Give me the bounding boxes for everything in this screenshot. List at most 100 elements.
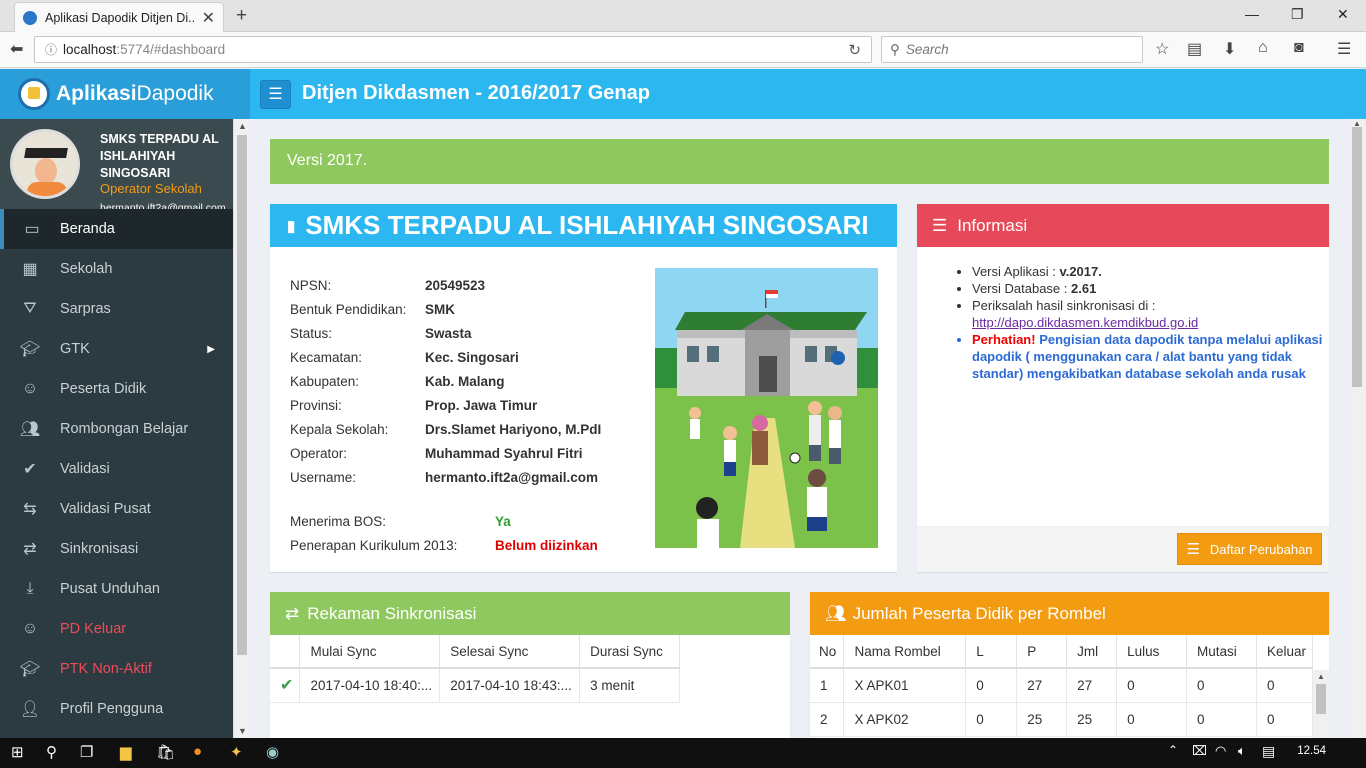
scrollbar-thumb[interactable] [1352, 127, 1362, 387]
sidebar-item-rombongan-belajar[interactable]: 👥︎ Rombongan Belajar [0, 409, 233, 449]
column-header[interactable]: Keluar [1256, 635, 1314, 669]
column-header[interactable]: Nama Rombel [843, 635, 967, 669]
wifi-icon[interactable]: ◠ [1215, 743, 1226, 759]
sidebar-item-profil-pengguna[interactable]: 👤︎ Profil Pengguna [0, 689, 233, 729]
column-header[interactable]: Jml [1066, 635, 1118, 669]
sidebar-item-sinkronisasi[interactable]: ⇄ Sinkronisasi [0, 529, 233, 569]
app-logo[interactable]: Aplikasi Dapodik [0, 69, 250, 119]
sidebar-item-beranda[interactable]: ▭ Beranda [0, 209, 233, 249]
retweet-icon: ⇆ [23, 501, 37, 518]
network-icon[interactable]: ⌧ [1192, 743, 1207, 759]
sidebar-item-ptk-non-aktif[interactable]: 🎓︎ PTK Non-Aktif [0, 649, 233, 689]
windows-taskbar: ⊞ ⚲ ❐ ▆ 🛍︎ ● ✦ ◉ ⌃ ⌧ ◠ 🔈︎ ▤ 12.54 [0, 738, 1366, 768]
column-header[interactable]: No [810, 635, 845, 669]
notification-icon[interactable]: ▤ [1262, 743, 1275, 760]
check-icon: ✔ [270, 668, 301, 703]
column-header[interactable]: Mutasi [1186, 635, 1257, 669]
daftar-perubahan-button[interactable]: ☰ Daftar Perubahan [1177, 533, 1322, 565]
sidebar-item-validasi-pusat[interactable]: ⇆ Validasi Pusat [0, 489, 233, 529]
building-icon: ▦ [22, 261, 38, 278]
smile-icon: ☺ [21, 620, 39, 637]
download-icon: ⤓ [26, 580, 34, 597]
table-cell: 0 [1256, 702, 1314, 737]
kv-value: Swasta [425, 326, 472, 341]
minimize-icon[interactable]: — [1245, 6, 1259, 22]
warning-label: Perhatian! [972, 332, 1036, 347]
user-role: Operator Sekolah [100, 181, 202, 196]
sidebar-item-pd-keluar[interactable]: ☺ PD Keluar [0, 609, 233, 649]
info-label: Periksalah hasil sinkronisasi di : [972, 298, 1156, 313]
download-icon[interactable]: ⬇ [1223, 39, 1236, 59]
search-icon: ⚲ [890, 41, 900, 57]
sidebar-item-gtk[interactable]: 🎓︎ GTK ▶ [0, 329, 233, 369]
kv-value: SMK [425, 302, 455, 317]
bookmark-star-icon[interactable]: ☆ [1155, 39, 1169, 59]
app2-icon[interactable]: ◉ [266, 743, 279, 761]
list-icon: ☰ [1186, 541, 1200, 558]
sidebar-item-label: PTK Non-Aktif [60, 661, 152, 677]
browser-tab[interactable]: Aplikasi Dapodik Ditjen Di... ✕ [14, 2, 224, 32]
info-icon[interactable]: ⓘ [45, 41, 57, 58]
browser-tab-bar: Aplikasi Dapodik Ditjen Di... ✕ + — ❐ ✕ [0, 0, 1366, 32]
page-title: Ditjen Dikdasmen - 2016/2017 Genap [302, 82, 650, 104]
kv-label: Penerapan Kurikulum 2013: [290, 538, 458, 553]
scrollbar-thumb[interactable] [237, 135, 247, 655]
maximize-icon[interactable]: ❐ [1291, 6, 1304, 23]
info-label: Versi Aplikasi : [972, 264, 1060, 279]
window-close-icon[interactable]: ✕ [1337, 6, 1349, 23]
app-icon[interactable]: ✦ [230, 743, 243, 761]
column-header[interactable]: L [965, 635, 1018, 669]
task-view-icon[interactable]: ❐ [80, 743, 93, 761]
sidebar-toggle-button[interactable]: ☰ [260, 80, 291, 109]
firefox-icon[interactable]: ● [193, 743, 202, 760]
clock[interactable]: 12.54 [1297, 745, 1326, 757]
table-row[interactable]: 1 X APK01 0 27 27 0 0 0 [810, 668, 1314, 703]
graduation-cap-icon: 🎓︎ [19, 661, 41, 678]
sidebar-item-pusat-unduhan[interactable]: ⤓ Pusat Unduhan [0, 569, 233, 609]
scroll-up-icon[interactable]: ▲ [238, 121, 247, 131]
sidebar-item-sarpras[interactable]: ⛛ Sarpras [0, 289, 233, 329]
url-rest: :5774/#dashboard [116, 42, 226, 57]
table-row[interactable]: ✔ 2017-04-10 18:40:... 2017-04-10 18:43:… [270, 668, 680, 703]
file-explorer-icon[interactable]: ▆ [120, 743, 132, 761]
column-header[interactable]: Mulai Sync [299, 635, 441, 669]
sidebar-scrollbar[interactable]: ▲ ▼ [233, 119, 250, 738]
volume-icon[interactable]: 🔈︎ [1238, 743, 1246, 759]
sidebar-item-label: Pusat Unduhan [60, 581, 160, 597]
kv-value: Belum diizinkan [495, 538, 598, 553]
dapo-link[interactable]: http://dapo.dikdasmen.kemdikbud.go.id [972, 315, 1198, 330]
table-cell: 1 [810, 668, 845, 703]
kv-label: Status: [290, 326, 333, 341]
pocket-icon[interactable]: ◙ [1294, 39, 1304, 57]
column-header[interactable]: Lulus [1116, 635, 1188, 669]
new-tab-icon[interactable]: + [236, 5, 247, 27]
main-scrollbar[interactable]: ▲ [1349, 119, 1366, 738]
avatar-face [35, 158, 57, 184]
search-input[interactable]: ⚲ Search [881, 36, 1143, 63]
scroll-up-icon[interactable]: ▲ [1317, 672, 1325, 681]
chevron-up-icon[interactable]: ⌃ [1168, 743, 1178, 757]
reading-list-icon[interactable]: ▤ [1187, 39, 1202, 59]
home-icon[interactable]: ⌂ [1258, 39, 1268, 57]
scrollbar-thumb[interactable] [1316, 684, 1326, 714]
reload-icon[interactable]: ↻ [848, 41, 861, 59]
back-icon[interactable]: ⬅ [10, 39, 23, 59]
search-icon[interactable]: ⚲ [46, 743, 57, 761]
close-tab-icon[interactable]: ✕ [202, 8, 215, 28]
table-row[interactable]: 2 X APK02 0 25 25 0 0 0 [810, 702, 1314, 737]
scroll-down-icon[interactable]: ▼ [238, 726, 247, 736]
column-header[interactable]: P [1016, 635, 1068, 669]
sidebar-item-sekolah[interactable]: ▦ Sekolah [0, 249, 233, 289]
sidebar-item-label: Rombongan Belajar [60, 421, 189, 437]
store-icon[interactable]: 🛍︎ [156, 743, 175, 761]
sidebar-item-validasi[interactable]: ✔ Validasi [0, 449, 233, 489]
url-bar[interactable]: ⓘ localhost:5774/#dashboard ↻ [34, 36, 872, 63]
monitor-icon: ▭ [24, 221, 40, 238]
sidebar-item-peserta-didik[interactable]: ☺ Peserta Didik [0, 369, 233, 409]
windows-start-icon[interactable]: ⊞ [11, 743, 24, 761]
sidebar-item-label: Sinkronisasi [60, 541, 139, 557]
column-header[interactable]: Durasi Sync [579, 635, 680, 669]
menu-icon[interactable]: ☰ [1337, 39, 1351, 59]
column-header[interactable]: Selesai Sync [439, 635, 581, 669]
info-periksa: Periksalah hasil sinkronisasi di : http:/… [972, 297, 1329, 331]
